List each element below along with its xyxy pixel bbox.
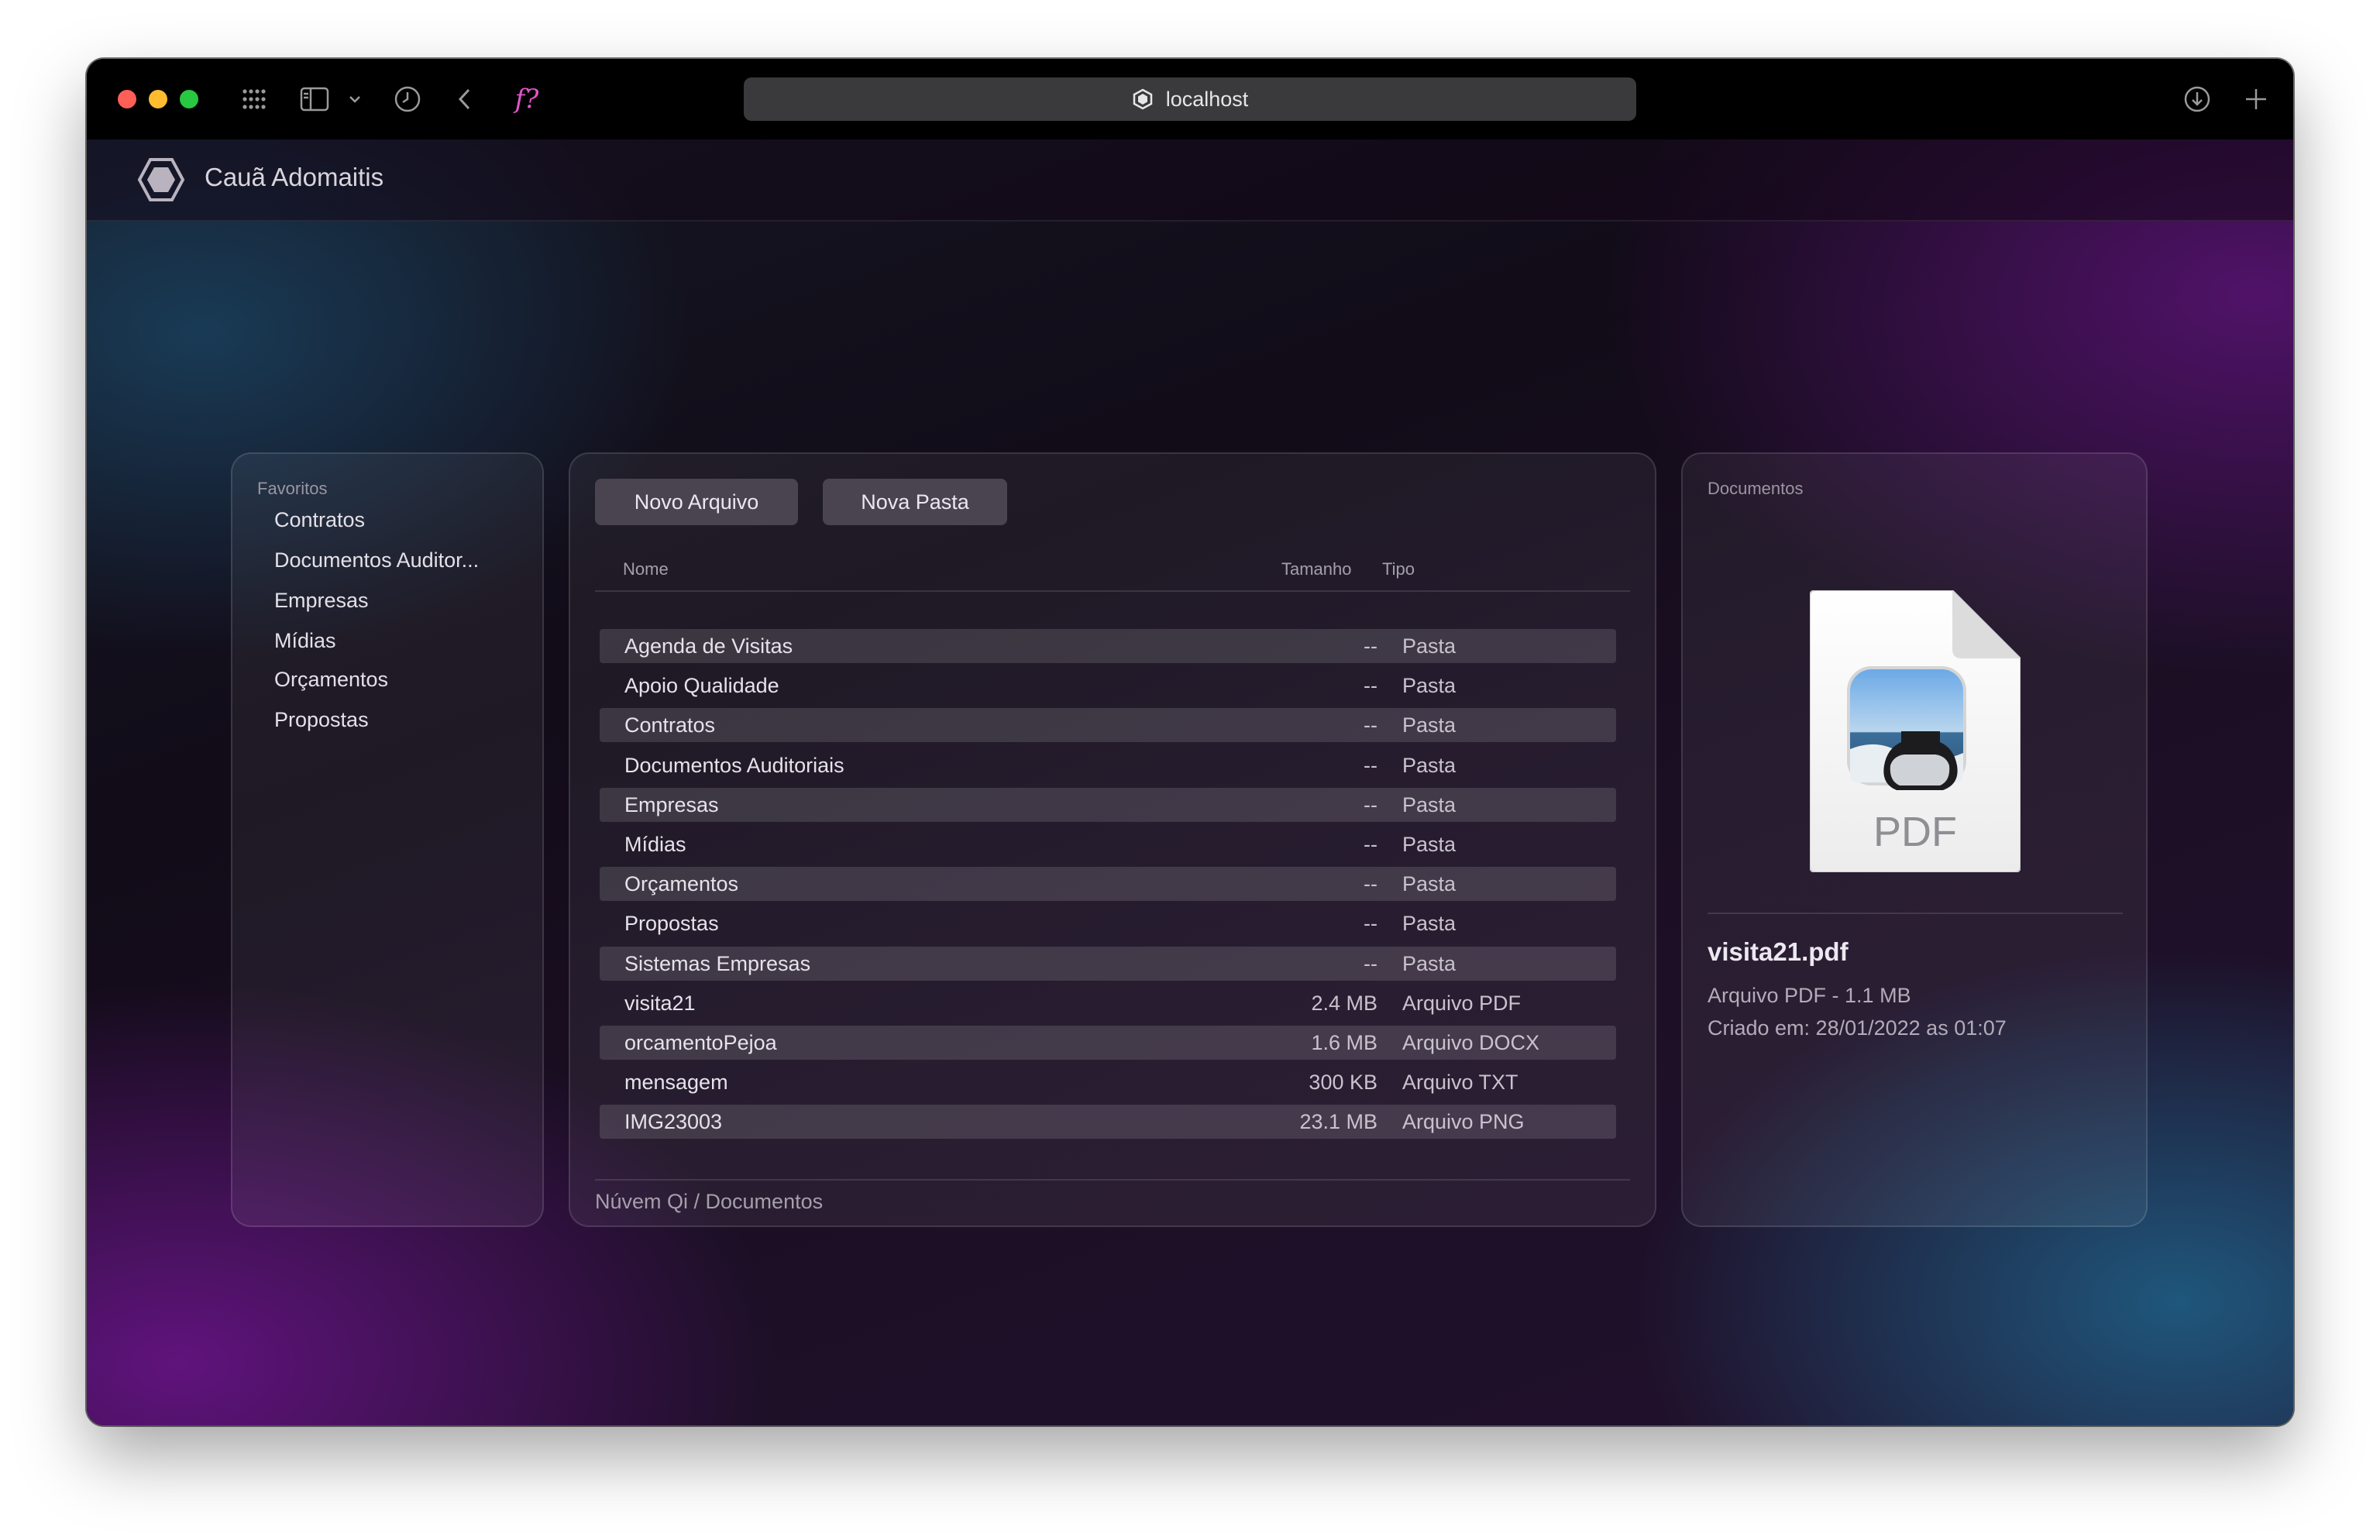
favorite-item-empresas[interactable]: Empresas	[274, 589, 369, 613]
file-size-cell: 1.6 MB	[1311, 1031, 1377, 1054]
file-size-cell: 2.4 MB	[1311, 992, 1377, 1015]
file-size-cell: 23.1 MB	[1299, 1110, 1377, 1133]
new-tab-icon[interactable]	[2237, 81, 2275, 118]
file-row[interactable]: Contratos -- Pasta	[600, 708, 1616, 742]
favorite-item-documentos-auditoriais[interactable]: Documentos Auditor...	[274, 548, 479, 572]
file-type-cell: Pasta	[1402, 912, 1457, 935]
file-size-cell: --	[1364, 912, 1377, 935]
file-name-cell: Propostas	[624, 912, 719, 935]
apps-grid-icon[interactable]	[237, 81, 271, 118]
preview-file-meta: Arquivo PDF - 1.1 MB	[1708, 984, 1911, 1007]
file-name-cell: Documentos Auditoriais	[624, 754, 844, 777]
preview-created-date: Criado em: 28/01/2022 as 01:07	[1708, 1016, 2007, 1040]
favorites-label: Favoritos	[257, 479, 328, 498]
new-folder-button[interactable]: Nova Pasta	[823, 479, 1007, 525]
site-icon	[1133, 88, 1152, 110]
file-name-cell: Apoio Qualidade	[624, 674, 779, 697]
column-header-name[interactable]: Nome	[623, 559, 669, 579]
preview-file-name: visita21.pdf	[1708, 937, 1849, 966]
address-bar[interactable]: localhost	[744, 77, 1636, 121]
hexagon-logo-icon[interactable]	[136, 155, 186, 205]
pdf-document-icon: PDF	[1810, 590, 2021, 872]
file-type-cell: Pasta	[1402, 952, 1457, 975]
app-header: Cauã Adomaitis	[87, 139, 2293, 222]
file-row[interactable]: IMG23003 23.1 MB Arquivo PNG	[600, 1105, 1616, 1139]
favorite-item-propostas[interactable]: Propostas	[274, 708, 369, 732]
breadcrumb[interactable]: Núvem Qi / Documentos	[595, 1190, 823, 1214]
file-name-cell: Sistemas Empresas	[624, 952, 811, 975]
file-row[interactable]: Sistemas Empresas -- Pasta	[600, 947, 1616, 981]
file-name-cell: IMG23003	[624, 1110, 723, 1133]
footer-divider	[595, 1179, 1630, 1181]
file-type-cell: Pasta	[1402, 833, 1457, 856]
file-row[interactable]: Apoio Qualidade -- Pasta	[600, 669, 1616, 703]
file-name-cell: orcamentoPejoa	[624, 1031, 777, 1054]
minimize-window-button[interactable]	[149, 90, 167, 108]
address-text: localhost	[1165, 87, 1249, 111]
file-name-cell: Orçamentos	[624, 872, 739, 895]
file-type-cell: Pasta	[1402, 674, 1457, 697]
file-size-cell: --	[1364, 634, 1377, 658]
file-row[interactable]: Mídias -- Pasta	[600, 827, 1616, 861]
file-size-cell: --	[1364, 793, 1377, 816]
file-row[interactable]: orcamentoPejoa 1.6 MB Arquivo DOCX	[600, 1026, 1616, 1060]
preview-label: Documentos	[1708, 479, 1804, 498]
favorite-item-orcamentos[interactable]: Orçamentos	[274, 668, 388, 692]
file-size-cell: --	[1364, 754, 1377, 777]
file-row[interactable]: mensagem 300 KB Arquivo TXT	[600, 1065, 1616, 1099]
file-name-cell: visita21	[624, 992, 696, 1015]
file-type-cell: Pasta	[1402, 713, 1457, 737]
fx-extension-label: f?	[514, 84, 539, 115]
file-row[interactable]: visita21 2.4 MB Arquivo PDF	[600, 986, 1616, 1020]
file-name-cell: Agenda de Visitas	[624, 634, 793, 658]
sidebar-icon[interactable]	[298, 81, 332, 118]
maximize-window-button[interactable]	[180, 90, 198, 108]
file-size-cell: --	[1364, 952, 1377, 975]
file-size-cell: --	[1364, 833, 1377, 856]
file-size-cell: --	[1364, 872, 1377, 895]
header-divider	[595, 590, 1630, 592]
download-icon[interactable]	[2179, 81, 2216, 118]
file-name-cell: Mídias	[624, 833, 686, 856]
file-row[interactable]: Empresas -- Pasta	[600, 788, 1616, 822]
file-size-cell: --	[1364, 674, 1377, 697]
file-type-cell: Arquivo DOCX	[1402, 1031, 1540, 1054]
favorite-item-midias[interactable]: Mídias	[274, 629, 336, 653]
file-name-cell: mensagem	[624, 1071, 728, 1094]
file-size-cell: 300 KB	[1309, 1071, 1377, 1094]
file-type-cell: Pasta	[1402, 872, 1457, 895]
preview-panel: Documentos PDF visita21.pdf Arquivo PDF …	[1681, 452, 2148, 1227]
file-row[interactable]: Propostas -- Pasta	[600, 906, 1616, 940]
file-row[interactable]: Documentos Auditoriais -- Pasta	[600, 748, 1616, 782]
favorites-panel: Favoritos Contratos Documentos Auditor..…	[231, 452, 544, 1227]
history-icon[interactable]	[390, 81, 425, 118]
preview-divider	[1708, 913, 2123, 914]
chevron-down-icon[interactable]	[346, 81, 364, 118]
page-content: Cauã Adomaitis Favoritos Contratos Docum…	[87, 139, 2293, 1425]
back-icon[interactable]	[449, 81, 480, 118]
file-type-cell: Arquivo PDF	[1402, 992, 1522, 1015]
file-browser-panel: Novo Arquivo Nova Pasta Nome Tamanho Tip…	[569, 452, 1656, 1227]
favorite-item-contratos[interactable]: Contratos	[274, 508, 365, 532]
file-type-cell: Pasta	[1402, 754, 1457, 777]
file-name-cell: Contratos	[624, 713, 716, 737]
file-type-cell: Arquivo PNG	[1402, 1110, 1525, 1133]
file-size-cell: --	[1364, 713, 1377, 737]
file-type-cell: Pasta	[1402, 634, 1457, 658]
fx-extension-icon[interactable]: f?	[505, 81, 549, 118]
browser-toolbar: f? localhost	[87, 59, 2293, 139]
close-window-button[interactable]	[118, 90, 136, 108]
file-type-cell: Arquivo TXT	[1402, 1071, 1518, 1094]
file-row[interactable]: Orçamentos -- Pasta	[600, 867, 1616, 901]
new-file-button[interactable]: Novo Arquivo	[595, 479, 798, 525]
file-type-cell: Pasta	[1402, 793, 1457, 816]
file-row[interactable]: Agenda de Visitas -- Pasta	[600, 629, 1616, 663]
browser-window: f? localhost Cauã Adomaitis Favoritos Co…	[87, 59, 2293, 1425]
file-name-cell: Empresas	[624, 793, 719, 816]
column-header-size[interactable]: Tamanho	[1281, 559, 1352, 579]
column-header-type[interactable]: Tipo	[1382, 559, 1415, 579]
app-title: Cauã Adomaitis	[205, 163, 384, 191]
pdf-icon-label: PDF	[1873, 809, 1957, 855]
